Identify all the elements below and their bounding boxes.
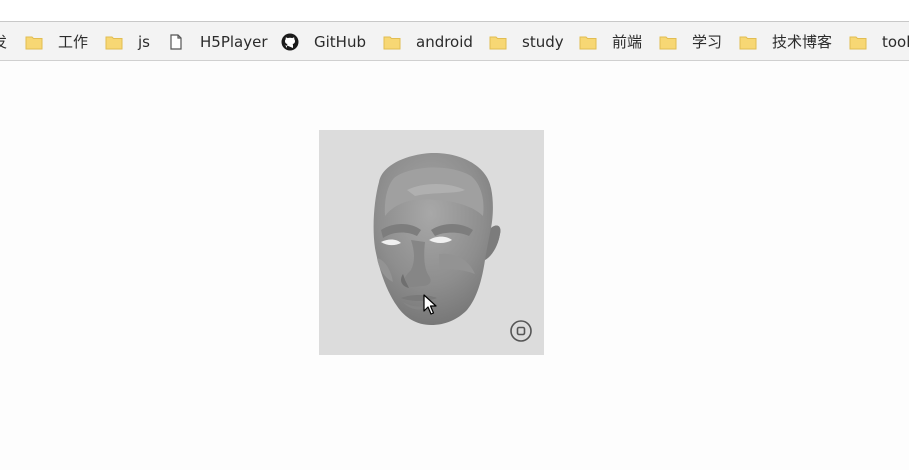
folder-icon xyxy=(849,33,867,51)
folder-icon xyxy=(25,33,43,51)
bookmark-label: study xyxy=(522,32,564,51)
folder-icon xyxy=(579,33,597,51)
bookmark-folder-learning[interactable]: 学习 xyxy=(659,22,723,60)
folder-icon xyxy=(659,33,677,51)
bookmark-folder-study[interactable]: study xyxy=(489,22,564,60)
record-icon[interactable] xyxy=(510,320,532,342)
bookmark-folder-js[interactable]: js xyxy=(105,22,150,60)
github-icon xyxy=(281,33,299,51)
bookmark-label: 技术博客 xyxy=(772,33,833,51)
bookmarks-bar: 发 工作 js H5Player GitHub android xyxy=(0,21,909,61)
page-content xyxy=(0,61,909,470)
bookmark-folder-dev[interactable]: 发 xyxy=(0,22,7,60)
bookmark-label: android xyxy=(416,32,473,51)
bookmark-label: GitHub xyxy=(314,32,366,51)
bookmark-folder-tools[interactable]: tools xyxy=(849,22,909,60)
mouse-cursor-icon xyxy=(423,294,437,315)
bookmark-folder-android[interactable]: android xyxy=(383,22,473,60)
window-top-strip xyxy=(0,0,909,21)
bookmark-label: tools xyxy=(882,32,909,51)
folder-icon xyxy=(383,33,401,51)
folder-icon xyxy=(739,33,757,51)
bookmark-folder-work[interactable]: 工作 xyxy=(25,22,89,60)
page-icon xyxy=(167,33,185,51)
bookmark-label: 发 xyxy=(0,31,7,52)
3d-model-viewer[interactable] xyxy=(319,130,544,355)
bookmark-h5player[interactable]: H5Player xyxy=(167,22,268,60)
bookmark-label: 工作 xyxy=(58,33,89,51)
bookmark-folder-tech-blog[interactable]: 技术博客 xyxy=(739,22,833,60)
bookmark-label: 前端 xyxy=(612,33,643,51)
folder-icon xyxy=(489,33,507,51)
bookmark-label: 学习 xyxy=(692,33,723,51)
bookmark-label: H5Player xyxy=(200,32,268,51)
bookmark-folder-frontend[interactable]: 前端 xyxy=(579,22,643,60)
folder-icon xyxy=(105,33,123,51)
bookmark-github[interactable]: GitHub xyxy=(281,22,366,60)
bookmark-label: js xyxy=(138,32,150,51)
